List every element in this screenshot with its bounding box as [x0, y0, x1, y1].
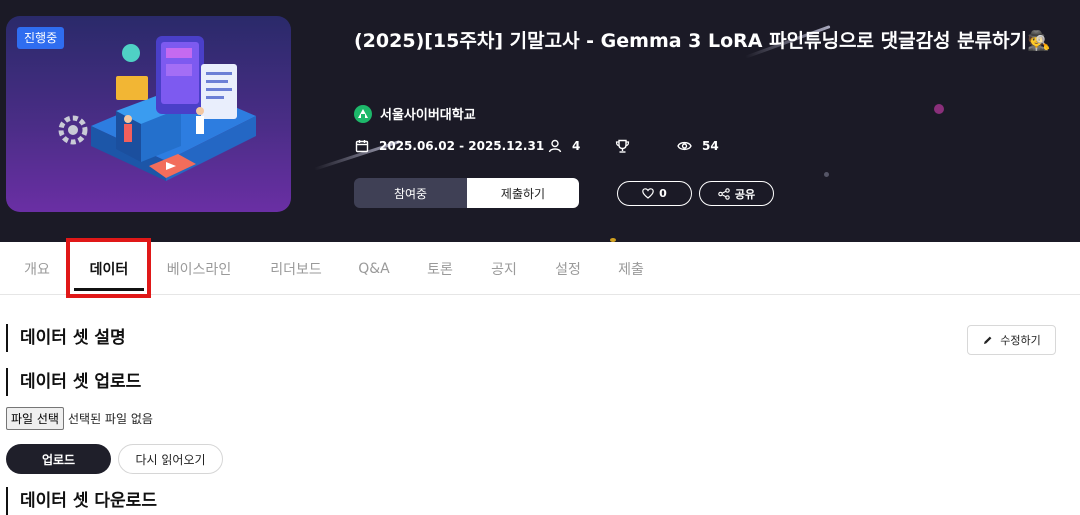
- decorative-dot: [934, 104, 944, 114]
- calendar-icon: [355, 140, 369, 153]
- organization[interactable]: 서울사이버대학교: [354, 104, 476, 123]
- tab-leaderboard[interactable]: 리더보드: [258, 242, 334, 295]
- share-icon: [718, 187, 730, 200]
- tab-overview[interactable]: 개요: [14, 242, 60, 295]
- tab-settings[interactable]: 설정: [544, 242, 592, 295]
- person-icon: [548, 139, 562, 153]
- tab-discussion[interactable]: 토론: [416, 242, 464, 295]
- competition-header: 진행중 (2025)[15주차] 기말고사 - Gemma 3 LoRA 파인튜…: [0, 0, 1080, 242]
- view-count-value: 54: [702, 139, 719, 153]
- competition-period: 2025.06.02 - 2025.12.31: [355, 139, 544, 153]
- competition-title: (2025)[15주차] 기말고사 - Gemma 3 LoRA 파인튜닝으로 …: [354, 30, 1051, 52]
- dataset-upload-title: 데이터 셋 업로드: [6, 368, 141, 396]
- leaderboard-trophy[interactable]: [615, 139, 640, 154]
- file-input: 파일 선택 선택된 파일 없음: [6, 407, 153, 430]
- period-text: 2025.06.02 - 2025.12.31: [379, 139, 545, 153]
- status-badge: 진행중: [17, 27, 65, 49]
- eye-icon: [677, 141, 692, 151]
- file-status-text: 선택된 파일 없음: [67, 412, 153, 426]
- dataset-download-title: 데이터 셋 다운로드: [6, 487, 157, 515]
- participating-button[interactable]: 참여중: [354, 178, 467, 208]
- participant-count: 4: [548, 139, 580, 153]
- edit-label: 수정하기: [1000, 334, 1041, 347]
- like-count: 0: [659, 187, 667, 200]
- choose-file-button[interactable]: 파일 선택: [6, 407, 64, 430]
- trophy-icon: [615, 139, 630, 153]
- heart-icon: [642, 188, 654, 199]
- reload-button[interactable]: 다시 읽어오기: [118, 444, 223, 474]
- competition-thumbnail: 진행중: [6, 16, 291, 212]
- tab-bar: 개요 데이터 베이스라인 리더보드 Q&A 토론 공지 설정 제출: [0, 242, 1080, 295]
- edit-button[interactable]: 수정하기: [967, 325, 1056, 355]
- organization-name: 서울사이버대학교: [380, 108, 476, 123]
- tab-submit[interactable]: 제출: [607, 242, 655, 295]
- tab-baseline[interactable]: 베이스라인: [158, 242, 240, 295]
- participant-count-value: 4: [572, 139, 581, 153]
- upload-button[interactable]: 업로드: [6, 444, 111, 474]
- dataset-description-title: 데이터 셋 설명: [6, 324, 126, 352]
- tab-qna[interactable]: Q&A: [350, 242, 398, 295]
- active-tab-highlight: [66, 238, 151, 298]
- submit-button[interactable]: 제출하기: [467, 178, 579, 208]
- view-count: 54: [677, 139, 719, 153]
- pencil-icon: [984, 336, 992, 344]
- share-button[interactable]: 공유: [699, 181, 774, 206]
- share-label: 공유: [734, 187, 756, 201]
- like-button[interactable]: 0: [617, 181, 692, 206]
- organization-logo-icon: [354, 104, 372, 123]
- decorative-dot: [824, 172, 829, 177]
- tab-notice[interactable]: 공지: [480, 242, 528, 295]
- participation-toggle: 참여중 제출하기: [354, 178, 579, 208]
